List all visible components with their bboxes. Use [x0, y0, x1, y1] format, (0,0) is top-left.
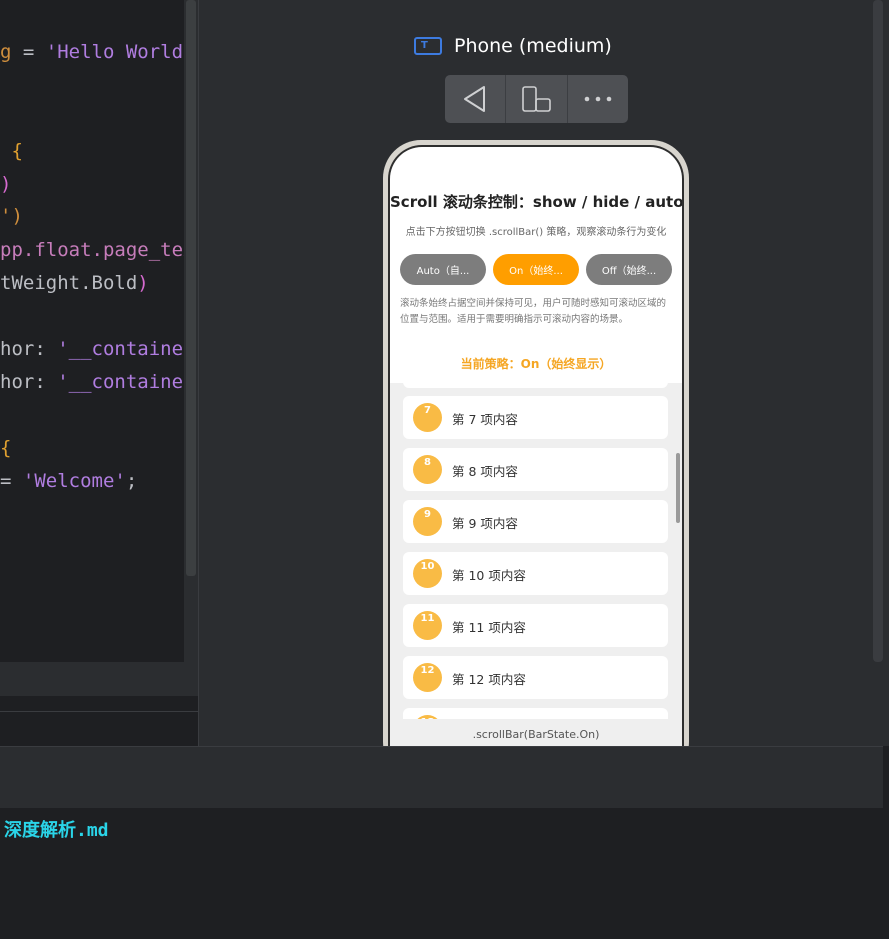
code-line-5: pp.float.page_tex — [0, 239, 184, 261]
item-number: 11 — [420, 613, 435, 624]
code-token: 'Welcome' — [22, 470, 126, 492]
terminal-output: 深度解析.md — [4, 820, 109, 841]
previewer-toolbar — [445, 75, 628, 123]
code-token: .Bold — [80, 272, 138, 294]
editor-scrollbar-thumb[interactable] — [186, 0, 196, 576]
code-token: '__container — [57, 371, 184, 393]
code-line-9: { — [0, 437, 11, 459]
list-item: 12 第 12 项内容 — [403, 656, 668, 699]
code-token: pp.float.page_tex — [0, 239, 184, 261]
code-token: { — [0, 140, 23, 162]
editor-status-strip — [0, 662, 198, 696]
code-token: : — [34, 338, 58, 360]
item-label: 第 8 项内容 — [452, 464, 518, 479]
code-line-6: tWeight.Bold) — [0, 272, 149, 294]
item-number-badge: 7 — [413, 403, 442, 432]
item-number: 8 — [424, 457, 431, 468]
terminal-panel[interactable] — [0, 808, 889, 939]
back-button[interactable] — [445, 75, 507, 123]
code-line-2: { — [0, 140, 23, 162]
rotate-device-icon — [522, 86, 552, 112]
code-editor[interactable]: g = 'Hello World' { ) ') pp.float.page_t… — [0, 0, 184, 662]
code-token: ) — [0, 173, 12, 195]
policy-description: 滚动条始终占据空间并保持可见，用户可随时感知可滚动区域的位置与范围。适用于需要明… — [400, 298, 667, 325]
code-line-8: hor: '__container — [0, 371, 184, 393]
code-token: ') — [0, 205, 23, 227]
item-number: 10 — [420, 561, 435, 572]
code-token: ; — [125, 470, 138, 492]
code-token: = — [0, 470, 23, 492]
code-token: { — [0, 437, 12, 459]
item-number-badge: 12 — [413, 663, 442, 692]
item-number-badge: 10 — [413, 559, 442, 588]
mode-button-row: Auto（自... On（始终... Off（始终... — [400, 254, 672, 285]
more-dots-icon — [584, 96, 612, 102]
code-token: : — [34, 371, 58, 393]
device-type-icon: T — [414, 37, 442, 55]
item-number: 7 — [424, 405, 431, 416]
list-item: 11 第 11 项内容 — [403, 604, 668, 647]
code-token: = — [11, 41, 46, 63]
list-item: 13 — [403, 708, 668, 719]
rotate-device-button[interactable] — [506, 75, 568, 123]
item-label: 第 10 项内容 — [452, 568, 526, 583]
off-mode-button[interactable]: Off（始终... — [586, 254, 672, 285]
code-line-10: = 'Welcome'; — [0, 470, 137, 492]
item-label: 第 7 项内容 — [452, 412, 518, 427]
device-title[interactable]: T Phone (medium) — [414, 33, 612, 59]
list-item: 10 第 10 项内容 — [403, 552, 668, 595]
item-number: 12 — [420, 665, 435, 676]
code-token: tWeight — [0, 272, 81, 294]
previewer-scrollbar[interactable] — [873, 0, 883, 662]
item-number: 9 — [424, 509, 431, 520]
code-line-1: g = 'Hello World' — [0, 41, 184, 63]
page-title: Scroll 滚动条控制：show / hide / auto — [390, 193, 682, 211]
code-token: 'Hello World' — [45, 41, 184, 63]
divider — [0, 711, 198, 712]
triangle-back-icon — [464, 86, 486, 112]
list-item: 9 第 9 项内容 — [403, 500, 668, 543]
code-token: ) — [137, 272, 149, 294]
list-item: 7 第 7 项内容 — [403, 396, 668, 439]
device-type-icon-letter: T — [421, 40, 428, 51]
code-line-4: ') — [0, 205, 23, 227]
current-policy-label: 当前策略：On（始终显示） — [460, 357, 612, 371]
editor-gutter-strip — [0, 696, 198, 711]
device-title-label: Phone (medium) — [454, 35, 612, 57]
page-subtitle: 点击下方按钮切换 .scrollBar() 策略，观察滚动条行为变化 — [405, 227, 667, 238]
item-number-badge: 9 — [413, 507, 442, 536]
code-token: g — [0, 41, 12, 63]
code-token: hor — [0, 371, 35, 393]
on-mode-button[interactable]: On（始终... — [493, 254, 579, 285]
code-line-3: ) — [0, 173, 11, 195]
list-scrollbar[interactable] — [676, 453, 680, 523]
code-token: '__container — [57, 338, 184, 360]
code-token: hor — [0, 338, 35, 360]
item-number-badge: 11 — [413, 611, 442, 640]
list-item — [403, 383, 668, 388]
item-number-badge: 8 — [413, 455, 442, 484]
bottom-tool-strip — [0, 746, 883, 809]
phone-screen: Scroll 滚动条控制：show / hide / auto 点击下方按钮切换… — [390, 147, 682, 747]
scroll-list[interactable]: 7 第 7 项内容 8 第 8 项内容 9 第 9 项内容 10 第 10 项内… — [390, 383, 682, 719]
footer-code-label: .scrollBar(BarState.On) — [390, 719, 682, 747]
item-label: 第 9 项内容 — [452, 516, 518, 531]
more-button[interactable] — [568, 75, 628, 123]
list-item: 8 第 8 项内容 — [403, 448, 668, 491]
code-line-7: hor: '__container — [0, 338, 184, 360]
item-label: 第 12 项内容 — [452, 672, 526, 687]
item-label: 第 11 项内容 — [452, 620, 526, 635]
auto-mode-button[interactable]: Auto（自... — [400, 254, 486, 285]
